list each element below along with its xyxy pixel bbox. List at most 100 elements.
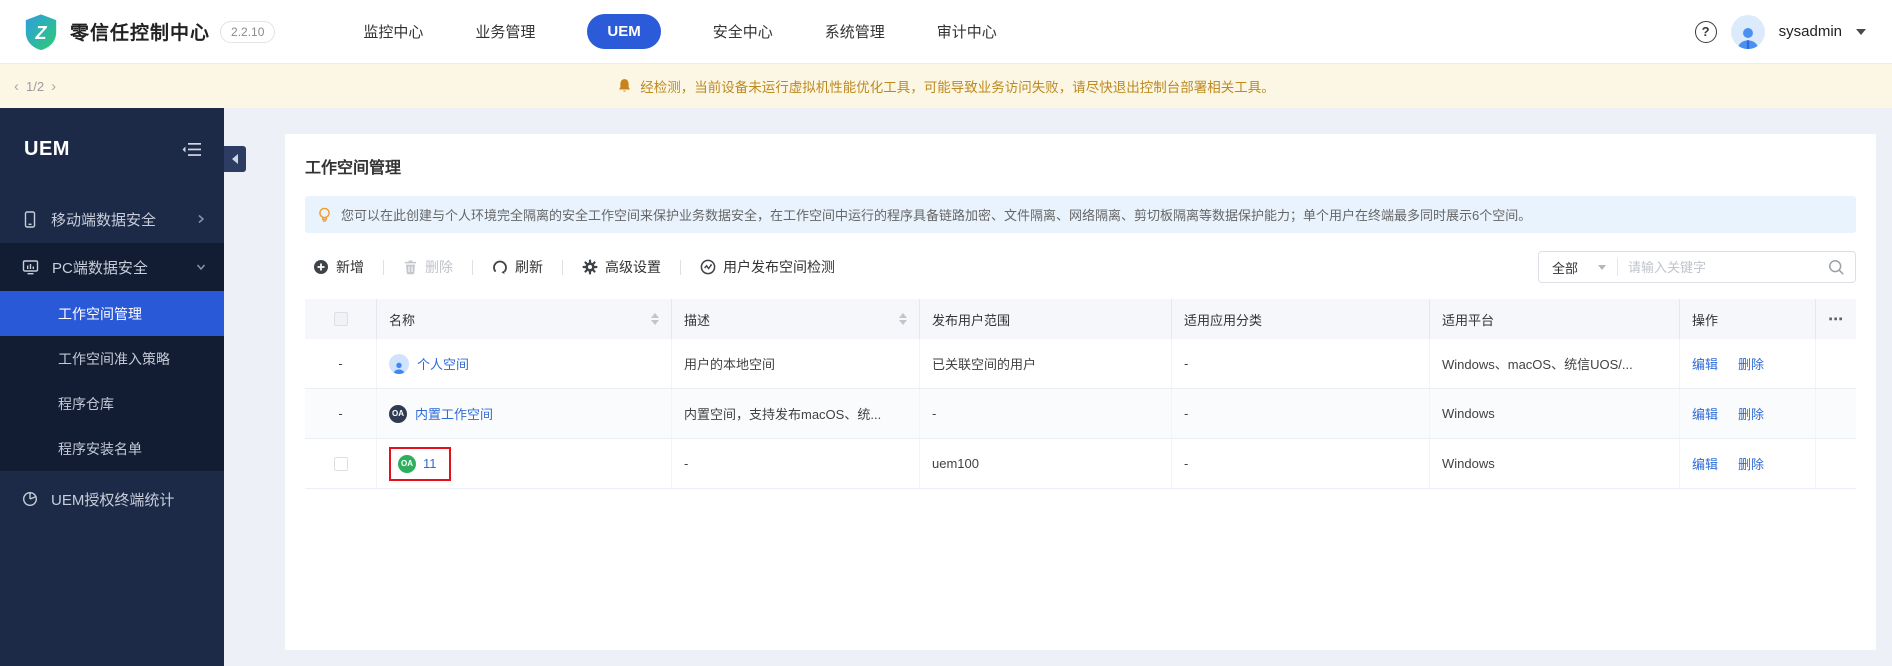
description-cell: 内置空间，支持发布macOS、统... — [672, 389, 920, 438]
column-label: 操作 — [1692, 312, 1719, 328]
cell-text: 内置空间，支持发布macOS、统... — [684, 407, 882, 422]
more-icon[interactable]: ⋯ — [1828, 310, 1844, 328]
search-icon[interactable] — [1824, 259, 1855, 276]
svg-text:Z: Z — [34, 23, 47, 43]
edit-link[interactable]: 编辑 — [1692, 454, 1718, 473]
select-all-checkbox[interactable] — [333, 312, 348, 326]
row-checkbox[interactable] — [333, 456, 348, 471]
warning-text: 经检测，当前设备未运行虚拟机性能优化工具，可能导致业务访问失败，请尽快退出控制台… — [640, 80, 1275, 95]
sidebar-subitem-workspace-management[interactable]: 工作空间管理 — [0, 291, 224, 336]
sidebar-header: UEM — [0, 108, 224, 195]
name-cell: OA 11 — [377, 439, 672, 488]
sidebar-item-pc-data-security[interactable]: PC端数据安全 — [0, 243, 224, 291]
tip-lamp-icon — [317, 207, 332, 223]
workspace-name-link[interactable]: 11 — [423, 456, 437, 471]
banner-page-indicator: 1/2 — [26, 78, 45, 94]
bell-icon — [617, 78, 632, 94]
help-icon[interactable]: ? — [1694, 20, 1717, 43]
sidebar-item-uem-terminal-stats[interactable]: UEM授权终端统计 — [0, 475, 224, 523]
edit-link[interactable]: 编辑 — [1692, 354, 1718, 373]
nav-security-center[interactable]: 安全中心 — [713, 21, 773, 42]
publish-scope-cell: 已关联空间的用户 — [920, 339, 1172, 388]
sidebar-subitem-workspace-access-policy[interactable]: 工作空间准入策略 — [0, 336, 224, 381]
info-banner: 您可以在此创建与个人环境完全隔离的安全工作空间来保护业务数据安全，在工作空间中运… — [305, 196, 1856, 233]
nav-monitor-center[interactable]: 监控中心 — [363, 21, 423, 42]
header-publish-scope: 发布用户范围 — [920, 299, 1172, 339]
add-button[interactable]: 新增 — [305, 257, 383, 277]
edit-link[interactable]: 编辑 — [1692, 404, 1718, 423]
user-space-detect-label: 用户发布空间检测 — [723, 259, 835, 275]
oa-dark-icon: OA — [389, 404, 407, 423]
no-checkbox-placeholder: - — [338, 356, 343, 371]
filter-select[interactable]: 全部 — [1539, 258, 1617, 277]
app-category-cell: - — [1172, 439, 1430, 488]
sidebar-section-pc-data-security: PC端数据安全 工作空间管理 工作空间准入策略 程序仓库 程序安装名单 — [0, 243, 224, 471]
nav-audit-center[interactable]: 审计中心 — [937, 21, 997, 42]
add-button-label: 新增 — [336, 259, 364, 275]
column-label: 描述 — [684, 312, 711, 328]
header-description: 描述 — [672, 299, 920, 339]
sort-icon[interactable] — [651, 313, 659, 325]
sidebar-subitem-program-repository[interactable]: 程序仓库 — [0, 381, 224, 426]
header-platform: 适用平台 — [1430, 299, 1680, 339]
username[interactable]: sysadmin — [1779, 23, 1842, 40]
banner-prev-icon[interactable]: ‹ — [14, 78, 19, 95]
collapse-arrow-icon — [232, 154, 238, 164]
version-badge: 2.2.10 — [220, 20, 276, 43]
sidebar-collapse-button[interactable] — [224, 146, 246, 172]
nav-business-management[interactable]: 业务管理 — [475, 21, 535, 42]
platform-cell: Windows — [1430, 389, 1680, 438]
workspace-name-link[interactable]: 内置工作空间 — [415, 404, 493, 423]
content-card: 工作空间管理 您可以在此创建与个人环境完全隔离的安全工作空间来保护业务数据安全，… — [285, 134, 1876, 650]
select-caret-icon — [1598, 264, 1607, 270]
top-bar: Z 零信任控制中心 2.2.10 监控中心 业务管理 UEM 安全中心 系统管理… — [0, 0, 1892, 64]
refresh-button[interactable]: 刷新 — [473, 257, 562, 277]
delete-link[interactable]: 删除 — [1738, 454, 1764, 473]
platform-cell: Windows、macOS、统信UOS/... — [1430, 339, 1680, 388]
advanced-settings-button[interactable]: 高级设置 — [563, 257, 680, 277]
delete-link[interactable]: 删除 — [1738, 404, 1764, 423]
sidebar-subitem-program-install-list[interactable]: 程序安装名单 — [0, 426, 224, 471]
delete-button[interactable]: 删除 — [384, 257, 472, 277]
cell-text: uem100 — [932, 456, 979, 471]
spacer-cell — [1816, 339, 1856, 388]
user-menu-caret-icon[interactable] — [1856, 28, 1866, 35]
cell-text: 已关联空间的用户 — [932, 357, 1037, 372]
search-input[interactable] — [1618, 259, 1824, 275]
spacer-cell — [1816, 439, 1856, 488]
info-banner-text: 您可以在此创建与个人环境完全隔离的安全工作空间来保护业务数据安全，在工作空间中运… — [341, 208, 1532, 223]
actions-cell: 编辑 删除 — [1680, 339, 1816, 388]
sidebar-item-label: PC端数据安全 — [52, 259, 148, 277]
chevron-right-icon — [196, 214, 206, 224]
table-row: - 个人空间 用户的本地空间 已关联空间的用户 - Windows、macOS、… — [305, 339, 1856, 389]
cell-text: - — [932, 406, 937, 421]
nav-uem[interactable]: UEM — [587, 14, 661, 49]
menu-fold-icon[interactable] — [182, 142, 202, 157]
search-group: 全部 — [1538, 251, 1856, 283]
column-label: 适用应用分类 — [1184, 312, 1263, 328]
sort-icon[interactable] — [899, 313, 907, 325]
user-space-detect-button[interactable]: 用户发布空间检测 — [681, 257, 854, 277]
plus-circle-icon — [313, 259, 329, 275]
detect-pulse-icon — [700, 259, 716, 275]
table-header: 名称 描述 发布用户范围 适用应用分类 适用平台 操作 ⋯ — [305, 299, 1856, 339]
app-category-cell: - — [1172, 389, 1430, 438]
delete-link[interactable]: 删除 — [1738, 354, 1764, 373]
workspace-name-link[interactable]: 个人空间 — [417, 354, 469, 373]
app-logo-icon: Z — [22, 13, 60, 51]
header-select-cell — [305, 299, 377, 339]
banner-pager: ‹ 1/2 › — [14, 78, 56, 95]
actions-cell: 编辑 删除 — [1680, 389, 1816, 438]
nav-system-management[interactable]: 系统管理 — [825, 21, 885, 42]
column-label: 发布用户范围 — [932, 312, 1011, 328]
sidebar-item-mobile-data-security[interactable]: 移动端数据安全 — [0, 195, 224, 243]
gear-icon — [582, 259, 598, 275]
avatar[interactable] — [1730, 14, 1765, 49]
pie-chart-icon — [22, 491, 38, 507]
select-cell — [305, 439, 377, 488]
top-nav: 监控中心 业务管理 UEM 安全中心 系统管理 审计中心 — [363, 14, 997, 49]
mobile-device-icon — [22, 210, 38, 228]
pc-monitor-icon — [22, 259, 39, 276]
banner-next-icon[interactable]: › — [51, 78, 56, 95]
main-area: 工作空间管理 您可以在此创建与个人环境完全隔离的安全工作空间来保护业务数据安全，… — [224, 108, 1892, 666]
